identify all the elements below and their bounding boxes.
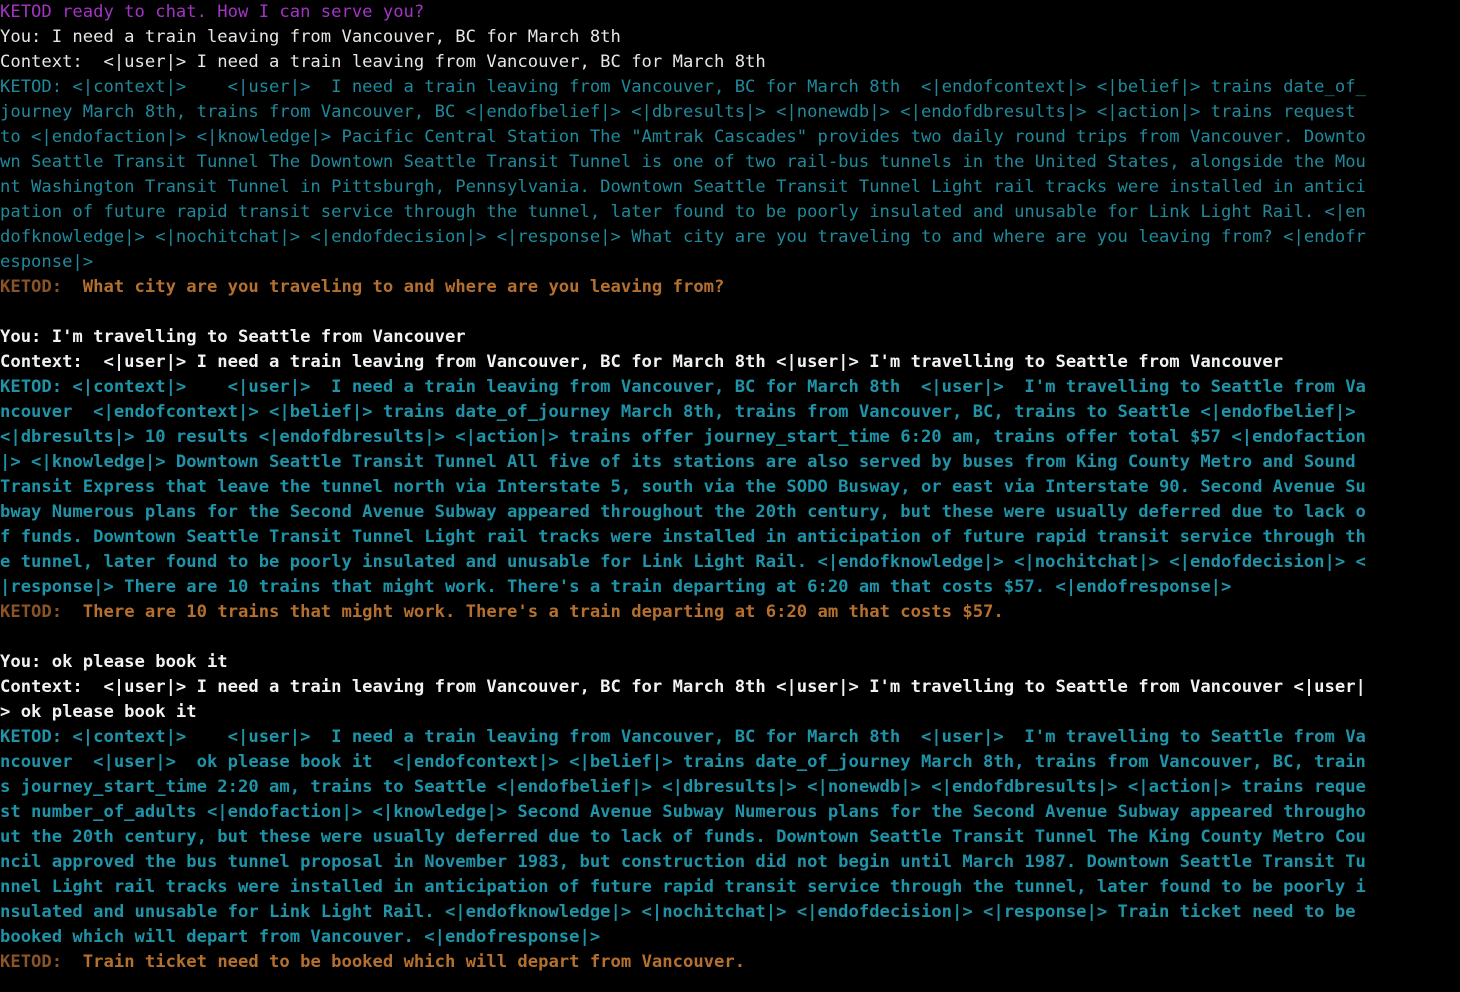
terminal-output: KETOD ready to chat. How I can serve you… [0, 0, 1460, 975]
model-generation-line: st number_of_adults <|endofaction|> <|kn… [0, 802, 1366, 822]
user-turn-line: You: ok please book it [0, 652, 228, 672]
model-generation-line: KETOD: <|context|> <|user|> I need a tra… [0, 727, 1366, 747]
user-turn-line: Context: <|user|> I need a train leaving… [0, 352, 1284, 372]
user-turn-line: > ok please book it [0, 702, 197, 722]
user-turn-line: You: I'm travelling to Seattle from Vanc… [0, 327, 466, 347]
greeting-line: KETOD ready to chat. How I can serve you… [0, 2, 425, 22]
terminal-window[interactable]: KETOD ready to chat. How I can serve you… [0, 0, 1460, 992]
model-generation-line: |response|> There are 10 trains that mig… [0, 577, 1232, 597]
model-generation-line: bway Numerous plans for the Second Avenu… [0, 502, 1366, 522]
response-text: There are 10 trains that might work. The… [82, 602, 1004, 622]
model-generation-line: nt Washington Transit Tunnel in Pittsbur… [0, 177, 1366, 197]
model-generation-line: wn Seattle Transit Tunnel The Downtown S… [0, 152, 1366, 172]
response-prefix: KETOD: [0, 277, 83, 297]
model-generation-line: journey March 8th, trains from Vancouver… [0, 102, 1356, 122]
model-generation-line: nnel Light rail tracks were installed in… [0, 877, 1366, 897]
model-generation-line: Transit Express that leave the tunnel no… [0, 477, 1366, 497]
model-response-line: KETOD: There are 10 trains that might wo… [0, 600, 1460, 625]
model-generation-line: KETOD: <|context|> <|user|> I need a tra… [0, 77, 1366, 97]
model-response-line: KETOD: What city are you traveling to an… [0, 275, 1460, 300]
model-generation-line: ncouver <|user|> ok please book it <|end… [0, 752, 1366, 772]
model-generation-line: booked which will depart from Vancouver.… [0, 927, 601, 947]
model-generation-line: KETOD: <|context|> <|user|> I need a tra… [0, 377, 1366, 397]
user-turn-line: Context: <|user|> I need a train leaving… [0, 52, 766, 72]
model-generation-line: e tunnel, later found to be poorly insul… [0, 552, 1366, 572]
model-generation-line: ncouver <|endofcontext|> <|belief|> trai… [0, 402, 1356, 422]
user-turn-line: Context: <|user|> I need a train leaving… [0, 677, 1366, 697]
response-text: Train ticket need to be booked which wil… [82, 952, 746, 972]
model-generation-line: s journey_start_time 2:20 am, trains to … [0, 777, 1366, 797]
model-generation-line: dofknowledge|> <|nochitchat|> <|endofdec… [0, 227, 1366, 247]
response-text: What city are you traveling to and where… [82, 277, 725, 297]
model-generation-line: ut the 20th century, but these were usua… [0, 827, 1366, 847]
model-generation-line: nsulated and unusable for Link Light Rai… [0, 902, 1356, 922]
model-generation-line: f funds. Downtown Seattle Transit Tunnel… [0, 527, 1366, 547]
user-turn-line: You: I need a train leaving from Vancouv… [0, 27, 621, 47]
model-generation-line: ncil approved the bus tunnel proposal in… [0, 852, 1366, 872]
model-response-line: KETOD: Train ticket need to be booked wh… [0, 950, 1460, 975]
response-prefix: KETOD: [0, 952, 83, 972]
response-prefix: KETOD: [0, 602, 83, 622]
model-generation-line: to <|endofaction|> <|knowledge|> Pacific… [0, 127, 1366, 147]
model-generation-line: pation of future rapid transit service t… [0, 202, 1366, 222]
model-generation-line: esponse|> [0, 252, 94, 272]
model-generation-line: |> <|knowledge|> Downtown Seattle Transi… [0, 452, 1356, 472]
model-generation-line: <|dbresults|> 10 results <|endofdbresult… [0, 427, 1366, 447]
